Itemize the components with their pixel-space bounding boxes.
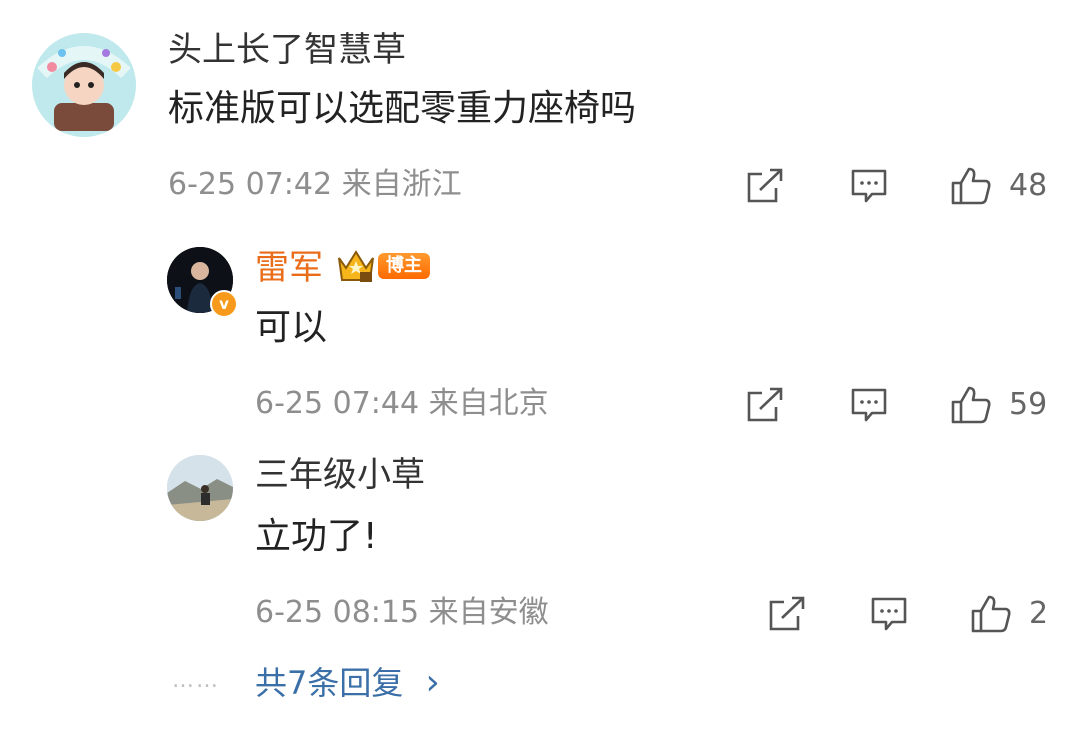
crown-icon xyxy=(336,248,376,284)
comment-icon[interactable] xyxy=(850,387,888,423)
comment-text: 标准版可以选配零重力座椅吗 xyxy=(168,88,637,129)
more-dots: …… xyxy=(172,668,220,693)
chevron-right-icon: › xyxy=(425,662,440,703)
like-count: 48 xyxy=(1009,168,1048,203)
reply-avatar[interactable] xyxy=(167,455,233,521)
reply-text: 可以 xyxy=(255,307,328,348)
share-icon[interactable] xyxy=(746,168,784,204)
reply-meta: 6-25 08:15 来自安徽 xyxy=(255,595,549,630)
share-icon[interactable] xyxy=(746,387,784,423)
comment-icon[interactable] xyxy=(870,596,908,632)
comment-meta: 6-25 07:42 来自浙江 xyxy=(168,167,462,202)
reply-meta: 6-25 07:44 来自北京 xyxy=(255,386,549,421)
landscape-avatar-art xyxy=(167,455,233,521)
thumbs-up-icon[interactable] xyxy=(950,385,992,425)
thumbs-up-icon[interactable] xyxy=(950,166,992,206)
reply-author-name[interactable]: 三年级小草 xyxy=(255,455,425,495)
commenter-name[interactable]: 头上长了智慧草 xyxy=(168,30,406,70)
like-count: 2 xyxy=(1029,596,1049,631)
like-count: 59 xyxy=(1009,387,1048,422)
commenter-avatar[interactable] xyxy=(32,33,136,137)
more-replies-label: 共7条回复 xyxy=(255,664,404,702)
verified-badge-icon: v xyxy=(210,290,238,318)
thumbs-up-icon[interactable] xyxy=(970,594,1012,634)
reply-author-name[interactable]: 雷军 xyxy=(255,248,323,288)
share-icon[interactable] xyxy=(768,596,806,632)
more-replies-link[interactable]: 共7条回复 › xyxy=(255,663,440,703)
birthday-avatar-art xyxy=(32,33,136,137)
reply-text: 立功了! xyxy=(255,516,378,557)
comment-icon[interactable] xyxy=(850,168,888,204)
blogger-badge: 博主 xyxy=(378,253,430,279)
